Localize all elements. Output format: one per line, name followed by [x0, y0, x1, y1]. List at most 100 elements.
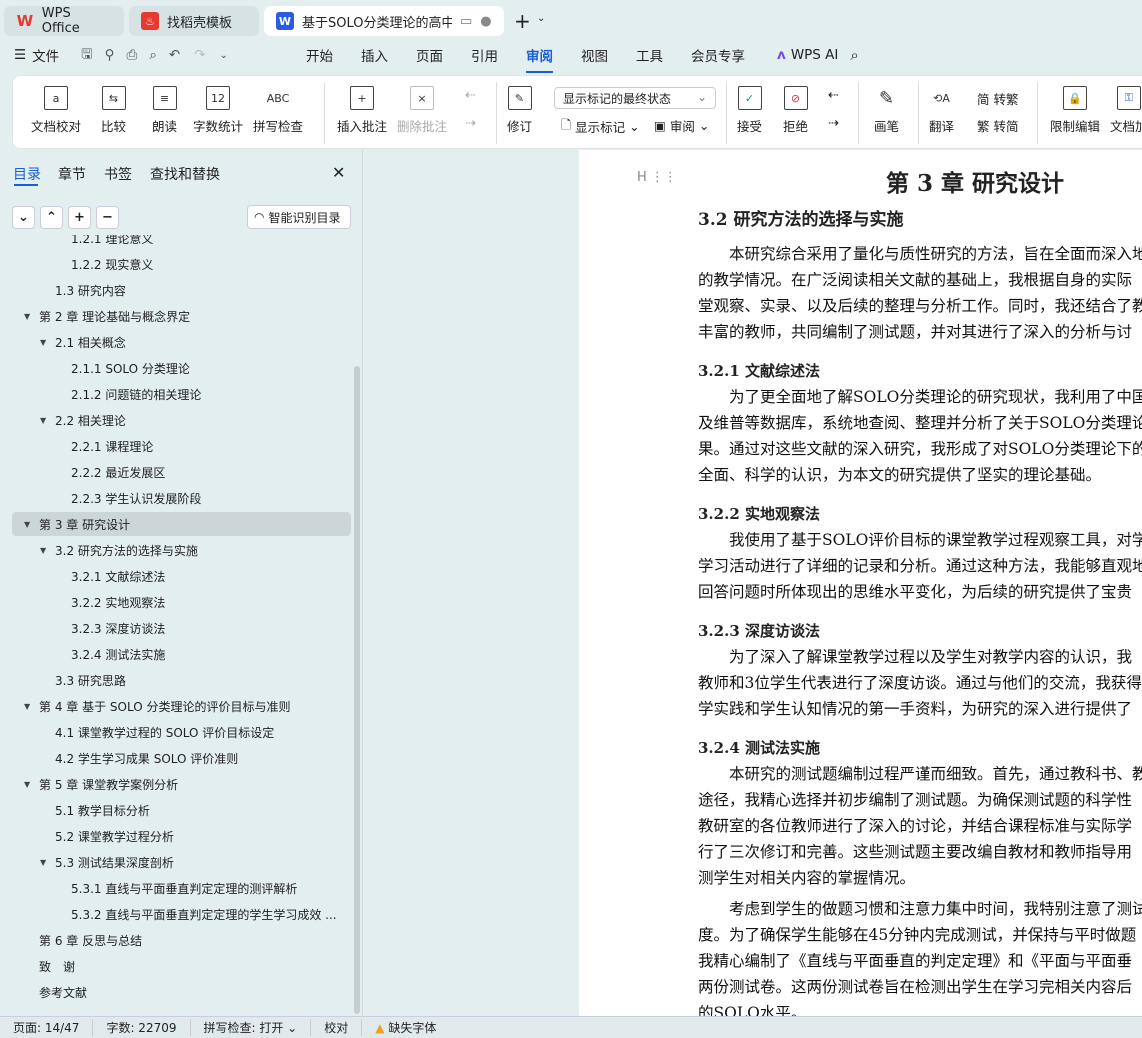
add-level-button[interactable]: + [68, 206, 91, 229]
next-change-icon[interactable]: ⇢ [828, 116, 839, 131]
toc-item[interactable]: 4.1 课堂教学过程的 SOLO 评价目标设定 [12, 720, 351, 744]
menu-page[interactable]: 页面 [402, 45, 457, 65]
toc-item[interactable]: ▼ 2.1 相关概念 [12, 330, 351, 354]
expand-arrow-icon[interactable]: ▼ [40, 546, 46, 555]
translate-button[interactable]: ⟲A 翻译 [929, 86, 954, 135]
file-menu[interactable]: 文件 [32, 45, 59, 65]
undo-icon[interactable]: ↶ [169, 47, 180, 63]
menu-membership[interactable]: 会员专享 [677, 45, 759, 65]
menu-tools[interactable]: 工具 [622, 45, 677, 65]
toc-item[interactable]: ▼ 3.2 研究方法的选择与实施 [12, 538, 351, 562]
tab-toc[interactable]: 目录 [13, 164, 41, 184]
toc-item[interactable]: 致 谢 [12, 954, 351, 978]
accept-button[interactable]: ✓ 接受 [737, 86, 762, 135]
expand-arrow-icon[interactable]: ▼ [24, 702, 30, 711]
markup-state-select[interactable]: 显示标记的最终状态 ⌄ [554, 87, 716, 109]
track-changes-button[interactable]: ✎ 修订 [507, 86, 532, 135]
heading-handle-icon[interactable]: H ⋮⋮ [637, 170, 677, 185]
menu-references[interactable]: 引用 [457, 45, 512, 65]
doc-encrypt-button[interactable]: ⚿ 文档加 [1110, 86, 1142, 135]
format-painter-icon[interactable]: ⚲ [105, 47, 115, 63]
collapse-button[interactable]: ⌄ [12, 206, 35, 229]
toc-item[interactable]: 3.2.4 测试法实施 [12, 642, 351, 666]
document-page[interactable]: H ⋮⋮ 第 3 章 研究设计 3.2 研究方法的选择与实施 本研究综合采用了量… [579, 150, 1142, 1016]
more-chevron-icon[interactable]: ⌄ [220, 50, 228, 61]
word-count-button[interactable]: 12 字数统计 [193, 86, 243, 135]
menu-view[interactable]: 视图 [567, 45, 622, 65]
toc-item[interactable]: 2.1.1 SOLO 分类理论 [12, 356, 351, 380]
toc-item[interactable]: 3.3 研究思路 [12, 668, 351, 692]
proofread-button[interactable]: a 文档校对 [31, 86, 81, 135]
tab-wps-office[interactable]: W WPS Office [4, 6, 124, 36]
toc-item[interactable]: 3.2.1 文献综述法 [12, 564, 351, 588]
toc-item[interactable]: 4.2 学生学习成果 SOLO 评价准则 [12, 746, 351, 770]
review-pane-button[interactable]: ▣ 审阅 ⌄ [654, 116, 709, 135]
tab-document[interactable]: W 基于SOLO分类理论的高中数学 ▭ ● [264, 6, 504, 36]
new-tab-icon[interactable]: + [514, 9, 531, 33]
toc-item[interactable]: 5.2 课堂教学过程分析 [12, 824, 351, 848]
show-markup-button[interactable]: 🗋 显示标记 ⌄ [561, 116, 640, 137]
toc-item[interactable]: 1.2.2 现实意义 [12, 252, 351, 276]
word-count[interactable]: 字数: 22709 [93, 1019, 191, 1036]
proofread-status[interactable]: 校对 [311, 1019, 363, 1036]
reject-button[interactable]: ⊘ 拒绝 [783, 86, 808, 135]
expand-up-button[interactable]: ⌃ [40, 206, 63, 229]
read-aloud-button[interactable]: ≡ 朗读 [152, 86, 177, 135]
restrict-editing-button[interactable]: 🔒 限制编辑 [1050, 86, 1100, 135]
missing-font-status[interactable]: ▲ 缺失字体 [362, 1019, 449, 1036]
wps-ai-button[interactable]: WPS AI [791, 47, 839, 63]
toc-item[interactable]: 2.2.1 课程理论 [12, 434, 351, 458]
toc-item[interactable]: ▼ 第 4 章 基于 SOLO 分类理论的评价目标与准则 [12, 694, 351, 718]
toc-item[interactable]: 2.2.3 学生认识发展阶段 [12, 486, 351, 510]
toc-item[interactable]: 2.2.2 最近发展区 [12, 460, 351, 484]
print-icon[interactable]: ⎙ [127, 47, 138, 63]
insert-comment-button[interactable]: + 插入批注 [337, 86, 387, 135]
to-simplified-button[interactable]: 繁转简 [977, 116, 1019, 135]
tab-find-replace[interactable]: 查找和替换 [150, 164, 220, 184]
toc-item[interactable]: ▼ 2.2 相关理论 [12, 408, 351, 432]
toc-item[interactable]: 3.2.3 深度访谈法 [12, 616, 351, 640]
expand-arrow-icon[interactable]: ▼ [40, 338, 46, 347]
toc-item[interactable]: ▼ 第 2 章 理论基础与概念界定 [12, 304, 351, 328]
smart-toc-button[interactable]: ◠ 智能识别目录 [247, 205, 351, 229]
search-icon[interactable]: ⌕ [850, 46, 858, 64]
remove-level-button[interactable]: − [96, 206, 119, 229]
expand-arrow-icon[interactable]: ▼ [24, 312, 30, 321]
spell-check-status[interactable]: 拼写检查: 打开 ⌄ [191, 1019, 312, 1036]
menu-home[interactable]: 开始 [292, 45, 347, 65]
to-traditional-button[interactable]: 简转繁 [977, 89, 1019, 108]
compare-button[interactable]: ⇆ 比较 [101, 86, 126, 135]
expand-arrow-icon[interactable]: ▼ [24, 780, 30, 789]
toc-item[interactable]: 3.2.2 实地观察法 [12, 590, 351, 614]
save-icon[interactable]: 🖫 [81, 44, 93, 67]
hamburger-icon[interactable]: ☰ [14, 47, 26, 63]
toc-item[interactable]: 5.1 教学目标分析 [12, 798, 351, 822]
chevron-down-icon[interactable]: ⌄ [537, 13, 545, 24]
menu-review[interactable]: 审阅 [512, 45, 567, 73]
page-count[interactable]: 页面: 14/47 [0, 1019, 94, 1036]
monitor-icon[interactable]: ▭ [460, 14, 472, 29]
tab-bookmarks[interactable]: 书签 [104, 164, 132, 184]
toc-item[interactable]: ▼ 5.3 测试结果深度剖析 [12, 850, 351, 874]
spell-check-button[interactable]: ABC 拼写检查 [253, 86, 303, 135]
toc-item[interactable]: 1.3 研究内容 [12, 278, 351, 302]
expand-arrow-icon[interactable]: ▼ [24, 520, 30, 529]
menu-insert[interactable]: 插入 [347, 45, 402, 65]
prev-change-icon[interactable]: ⇠ [828, 88, 839, 103]
scrollbar[interactable] [354, 366, 360, 1014]
toc-item[interactable]: 2.1.2 问题链的相关理论 [12, 382, 351, 406]
toc-item[interactable]: 第 6 章 反思与总结 [12, 928, 351, 952]
tab-template[interactable]: ♨ 找稻壳模板 [129, 6, 259, 36]
toc-item[interactable]: 5.3.2 直线与平面垂直判定定理的学生学习成效 ... [12, 902, 351, 926]
tab-chapters[interactable]: 章节 [58, 164, 86, 184]
pen-button[interactable]: ✎ 画笔 [874, 86, 899, 135]
close-icon[interactable]: ✕ [332, 163, 345, 182]
toc-item[interactable]: 参考文献 [12, 980, 351, 1004]
expand-arrow-icon[interactable]: ▼ [40, 858, 46, 867]
toc-item[interactable]: ▼ 第 5 章 课堂教学案例分析 [12, 772, 351, 796]
expand-arrow-icon[interactable]: ▼ [40, 416, 46, 425]
toc-item[interactable]: ▼ 第 3 章 研究设计 [12, 512, 351, 536]
toc-item[interactable]: 5.3.1 直线与平面垂直判定定理的测评解析 [12, 876, 351, 900]
print-preview-icon[interactable]: ⌕ [149, 47, 157, 63]
toc-item[interactable]: 1.2.1 理论意义 [12, 235, 351, 250]
